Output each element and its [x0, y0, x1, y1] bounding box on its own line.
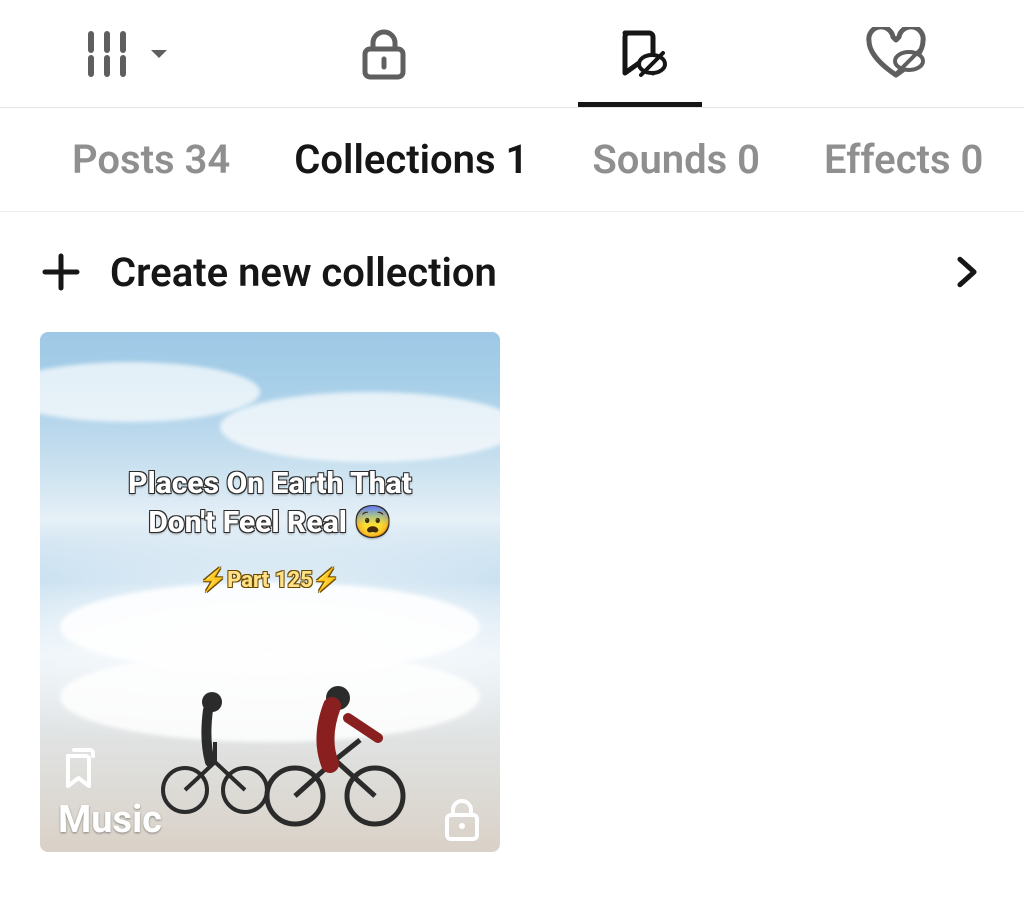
lock-icon — [442, 796, 482, 842]
tab-grid-posts[interactable] — [0, 0, 256, 107]
subtab-effects[interactable]: Effects 0 — [824, 136, 983, 183]
thumbnail-caption: Places On Earth That Don't Feel Real 😨 — [40, 464, 500, 542]
collection-card[interactable]: Places On Earth That Don't Feel Real 😨 ⚡… — [40, 332, 500, 852]
saved-subtabs: Posts 34 Collections 1 Sounds 0 Effects … — [0, 108, 1024, 212]
subtab-collections[interactable]: Collections 1 — [294, 136, 528, 183]
bookmark-stack-icon — [58, 746, 102, 790]
subtab-posts[interactable]: Posts 34 — [72, 136, 230, 183]
heart-hidden-icon — [865, 27, 927, 81]
bookmark-hidden-icon — [613, 27, 667, 81]
chevron-right-icon — [950, 255, 984, 289]
create-collection-label: Create new collection — [110, 249, 950, 296]
chevron-down-icon — [147, 42, 171, 66]
plus-icon — [40, 251, 82, 293]
collection-title: Music — [58, 798, 162, 842]
grid-icon — [85, 30, 141, 78]
thumbnail-subcaption: ⚡Part 125⚡ — [40, 568, 500, 593]
profile-content-tabs — [0, 0, 1024, 108]
create-new-collection[interactable]: Create new collection — [0, 212, 1024, 332]
tab-private-posts[interactable] — [256, 0, 512, 107]
tab-saved[interactable] — [512, 0, 768, 107]
lock-icon — [357, 27, 411, 81]
subtab-sounds[interactable]: Sounds 0 — [592, 136, 760, 183]
collection-card-footer: Music — [58, 746, 482, 842]
collections-grid: Places On Earth That Don't Feel Real 😨 ⚡… — [0, 332, 1024, 852]
tab-liked[interactable] — [768, 0, 1024, 107]
